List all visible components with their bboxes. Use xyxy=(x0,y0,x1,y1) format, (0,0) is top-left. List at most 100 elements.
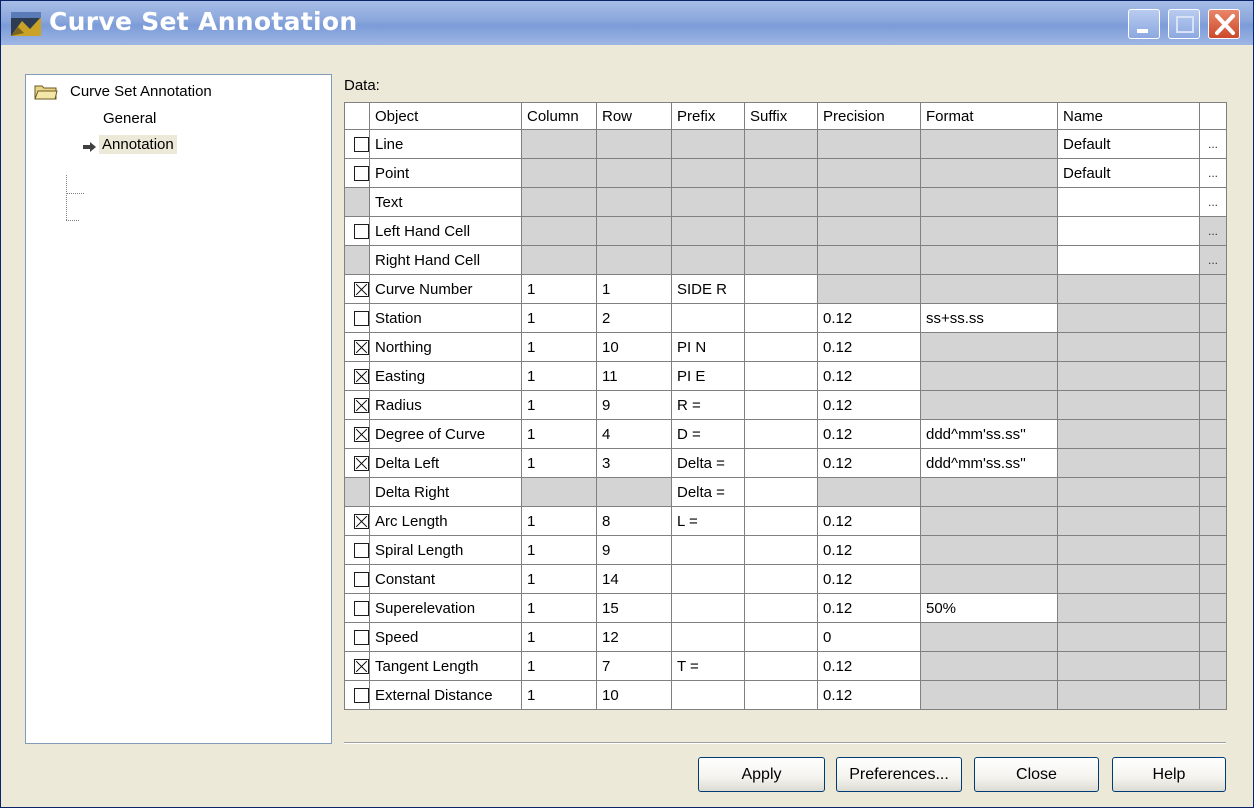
suffix-cell[interactable] xyxy=(744,332,818,362)
row-checkbox[interactable] xyxy=(354,658,369,674)
row-checkbox[interactable] xyxy=(354,339,369,355)
preferences-button[interactable]: Preferences... xyxy=(836,757,962,792)
table-row[interactable]: Arc Length 1 8 L = 0.12 xyxy=(344,506,1227,536)
precision-cell[interactable]: 0.12 xyxy=(817,564,921,594)
row-select-cell[interactable] xyxy=(344,622,370,652)
table-row[interactable]: Station 1 2 0.12 ss+ss.ss xyxy=(344,303,1227,333)
row-cell[interactable]: 12 xyxy=(596,622,672,652)
name-cell[interactable]: Default xyxy=(1057,158,1200,188)
precision-cell[interactable]: 0.12 xyxy=(817,593,921,623)
header-format[interactable]: Format xyxy=(920,102,1058,130)
column-cell[interactable]: 1 xyxy=(521,419,597,449)
row-select-cell[interactable] xyxy=(344,332,370,362)
column-cell[interactable]: 1 xyxy=(521,448,597,478)
name-cell[interactable] xyxy=(1057,187,1200,217)
table-row[interactable]: Superelevation 1 15 0.12 50% xyxy=(344,593,1227,623)
row-checkbox[interactable] xyxy=(354,513,369,529)
precision-cell[interactable]: 0.12 xyxy=(817,535,921,565)
row-select-cell[interactable] xyxy=(344,390,370,420)
row-select-cell[interactable] xyxy=(344,564,370,594)
table-row[interactable]: Easting 1 11 PI E 0.12 xyxy=(344,361,1227,391)
header-prefix[interactable]: Prefix xyxy=(671,102,745,130)
suffix-cell[interactable] xyxy=(744,274,818,304)
column-cell[interactable]: 1 xyxy=(521,361,597,391)
row-checkbox[interactable] xyxy=(354,600,369,616)
precision-cell[interactable]: 0.12 xyxy=(817,651,921,681)
header-column[interactable]: Column xyxy=(521,102,597,130)
precision-cell[interactable]: 0.12 xyxy=(817,506,921,536)
column-cell[interactable]: 1 xyxy=(521,303,597,333)
row-select-cell[interactable] xyxy=(344,593,370,623)
suffix-cell[interactable] xyxy=(744,361,818,391)
prefix-cell[interactable] xyxy=(671,593,745,623)
browse-button[interactable]: ... xyxy=(1199,158,1227,188)
row-checkbox[interactable] xyxy=(354,223,369,239)
suffix-cell[interactable] xyxy=(744,535,818,565)
prefix-cell[interactable]: R = xyxy=(671,390,745,420)
table-row[interactable]: Delta Right Delta = xyxy=(344,477,1227,507)
name-cell[interactable] xyxy=(1057,216,1200,246)
row-cell[interactable]: 7 xyxy=(596,651,672,681)
prefix-cell[interactable]: T = xyxy=(671,651,745,681)
column-cell[interactable]: 1 xyxy=(521,651,597,681)
apply-button[interactable]: Apply xyxy=(698,757,825,792)
row-select-cell[interactable] xyxy=(344,361,370,391)
row-select-cell[interactable] xyxy=(344,680,370,710)
prefix-cell[interactable]: PI N xyxy=(671,332,745,362)
precision-cell[interactable]: 0.12 xyxy=(817,332,921,362)
row-select-cell[interactable] xyxy=(344,158,370,188)
row-checkbox[interactable] xyxy=(354,310,369,326)
title-bar[interactable]: Curve Set Annotation xyxy=(1,1,1253,45)
column-cell[interactable]: 1 xyxy=(521,332,597,362)
row-select-cell[interactable] xyxy=(344,129,370,159)
row-checkbox[interactable] xyxy=(354,397,369,413)
header-object[interactable]: Object xyxy=(369,102,522,130)
row-checkbox[interactable] xyxy=(354,281,369,297)
close-button[interactable]: Close xyxy=(974,757,1099,792)
close-window-button[interactable] xyxy=(1208,9,1240,39)
row-cell[interactable]: 10 xyxy=(596,332,672,362)
name-cell[interactable] xyxy=(1057,245,1200,275)
precision-cell[interactable]: 0.12 xyxy=(817,303,921,333)
row-checkbox[interactable] xyxy=(354,629,369,645)
column-cell[interactable]: 1 xyxy=(521,274,597,304)
row-cell[interactable]: 4 xyxy=(596,419,672,449)
table-row[interactable]: Speed 1 12 0 xyxy=(344,622,1227,652)
column-cell[interactable]: 1 xyxy=(521,680,597,710)
suffix-cell[interactable] xyxy=(744,506,818,536)
prefix-cell[interactable] xyxy=(671,564,745,594)
format-cell[interactable]: ddd^mm'ss.ss'' xyxy=(920,448,1058,478)
suffix-cell[interactable] xyxy=(744,622,818,652)
row-checkbox[interactable] xyxy=(354,368,369,384)
browse-button[interactable]: ... xyxy=(1199,129,1227,159)
tree-item-root[interactable]: Curve Set Annotation xyxy=(70,83,212,100)
table-row[interactable]: Northing 1 10 PI N 0.12 xyxy=(344,332,1227,362)
navigation-tree[interactable]: Curve Set Annotation General Annotation xyxy=(25,74,332,744)
browse-button[interactable]: ... xyxy=(1199,245,1227,275)
suffix-cell[interactable] xyxy=(744,303,818,333)
row-cell[interactable]: 3 xyxy=(596,448,672,478)
row-select-cell[interactable] xyxy=(344,448,370,478)
prefix-cell[interactable]: D = xyxy=(671,419,745,449)
row-checkbox[interactable] xyxy=(354,136,369,152)
row-select-cell[interactable] xyxy=(344,216,370,246)
suffix-cell[interactable] xyxy=(744,477,818,507)
prefix-cell[interactable]: SIDE R xyxy=(671,274,745,304)
row-select-cell[interactable] xyxy=(344,651,370,681)
tree-item-annotation[interactable]: Annotation xyxy=(99,135,177,154)
header-precision[interactable]: Precision xyxy=(817,102,921,130)
row-cell[interactable]: 2 xyxy=(596,303,672,333)
row-checkbox[interactable] xyxy=(354,455,369,471)
browse-button[interactable]: ... xyxy=(1199,216,1227,246)
prefix-cell[interactable] xyxy=(671,303,745,333)
row-cell[interactable]: 15 xyxy=(596,593,672,623)
prefix-cell[interactable] xyxy=(671,535,745,565)
precision-cell[interactable]: 0.12 xyxy=(817,680,921,710)
row-select-cell[interactable] xyxy=(344,419,370,449)
table-row[interactable]: Degree of Curve 1 4 D = 0.12 ddd^mm'ss.ss'' xyxy=(344,419,1227,449)
column-cell[interactable]: 1 xyxy=(521,564,597,594)
row-checkbox[interactable] xyxy=(354,426,369,442)
suffix-cell[interactable] xyxy=(744,593,818,623)
prefix-cell[interactable] xyxy=(671,680,745,710)
row-cell[interactable]: 14 xyxy=(596,564,672,594)
